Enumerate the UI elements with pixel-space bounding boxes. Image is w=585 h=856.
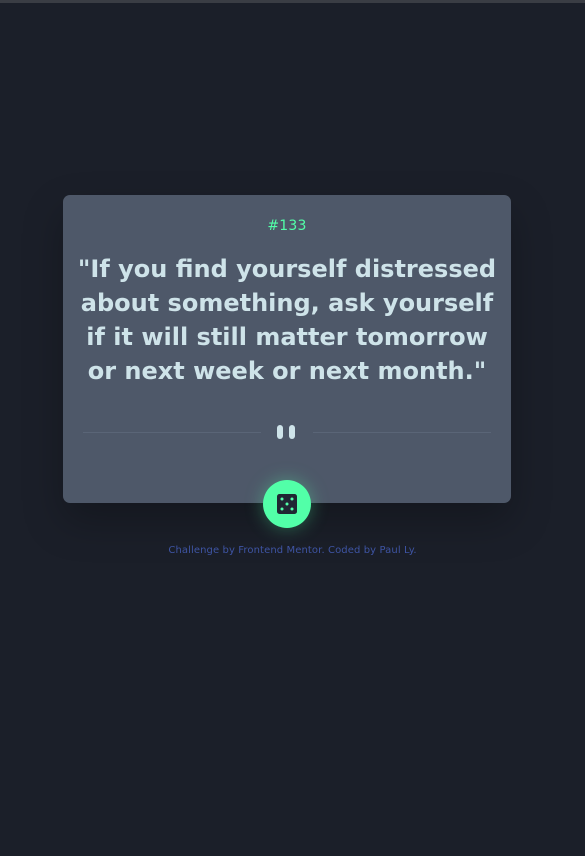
pause-icon [277,425,297,439]
divider [83,425,491,439]
advice-card: #133 "If you find yourself distressed ab… [63,195,511,503]
advice-id: #133 [267,218,307,234]
attribution-prefix: Challenge by [168,545,235,556]
attribution: Challenge by Frontend Mentor. Coded by P… [0,545,585,556]
dice-icon [277,494,297,514]
divider-line-left [83,432,261,433]
author-link[interactable]: Paul Ly [379,545,413,556]
frontend-mentor-link[interactable]: Frontend Mentor [238,545,321,556]
attribution-suffix: . [413,545,417,556]
divider-line-right [313,432,491,433]
window-top-edge [0,0,585,3]
new-advice-button[interactable] [263,480,311,528]
attribution-middle: . Coded by [321,545,377,556]
advice-quote: "If you find yourself distressed about s… [77,255,497,385]
